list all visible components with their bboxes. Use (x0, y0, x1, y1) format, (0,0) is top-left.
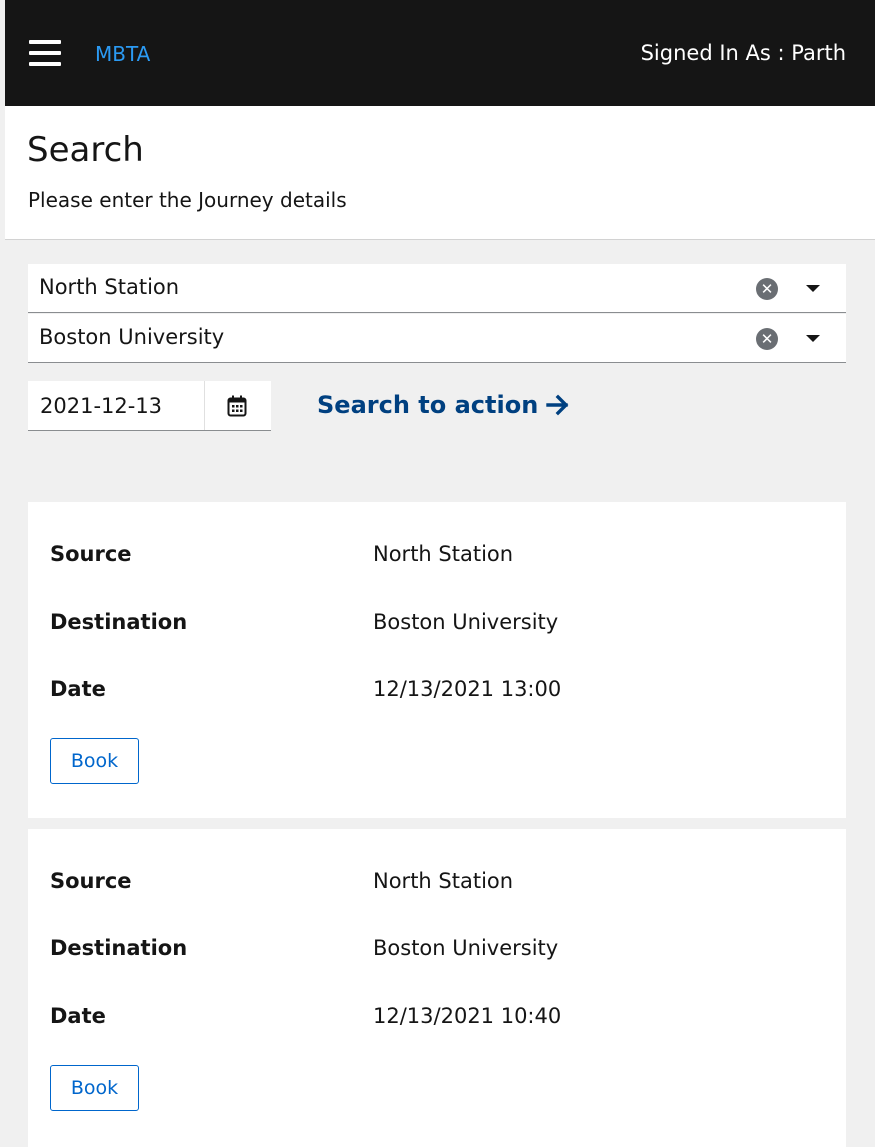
source-select[interactable]: North Station ✕ (28, 264, 846, 313)
date-value: 12/13/2021 13:00 (373, 677, 562, 701)
arrow-right-icon (546, 394, 569, 416)
page-header-section: Search Please enter the Journey details (5, 106, 875, 240)
clear-source-icon[interactable]: ✕ (756, 278, 778, 300)
search-action-link[interactable]: Search to action (317, 391, 570, 419)
source-value: North Station (373, 542, 514, 566)
brand-link[interactable]: MBTA (95, 42, 150, 66)
date-picker[interactable]: 2021-12-13 (28, 381, 271, 431)
destination-dropdown-caret-icon[interactable] (806, 335, 820, 342)
clear-destination-icon[interactable]: ✕ (756, 328, 778, 350)
date-label: Date (50, 677, 106, 701)
destination-value: Boston University (373, 610, 559, 634)
top-navigation-bar: MBTA Signed In As : Parth (5, 0, 875, 106)
book-button[interactable]: Book (50, 738, 139, 784)
destination-select-value: Boston University (39, 325, 225, 349)
date-label: Date (50, 1004, 106, 1028)
result-card: Source North Station Destination Boston … (28, 829, 846, 1147)
destination-value: Boston University (373, 936, 559, 960)
calendar-icon[interactable] (227, 395, 247, 417)
destination-label: Destination (50, 610, 188, 634)
page-title: Search (27, 130, 144, 170)
source-value: North Station (373, 869, 514, 893)
date-input[interactable]: 2021-12-13 (40, 394, 162, 418)
destination-label: Destination (50, 936, 188, 960)
search-action-label: Search to action (317, 391, 539, 419)
source-dropdown-caret-icon[interactable] (806, 285, 820, 292)
page: MBTA Signed In As : Parth Search Please … (5, 0, 875, 1147)
hamburger-icon[interactable] (29, 40, 61, 66)
source-select-value: North Station (39, 275, 180, 299)
date-value: 12/13/2021 10:40 (373, 1004, 562, 1028)
page-subtitle: Please enter the Journey details (28, 188, 347, 212)
date-divider (204, 381, 205, 430)
result-card: Source North Station Destination Boston … (28, 502, 846, 818)
book-button[interactable]: Book (50, 1065, 139, 1111)
destination-select[interactable]: Boston University ✕ (28, 314, 846, 363)
source-label: Source (50, 542, 132, 566)
source-label: Source (50, 869, 132, 893)
signed-in-user: Signed In As : Parth (640, 41, 846, 65)
